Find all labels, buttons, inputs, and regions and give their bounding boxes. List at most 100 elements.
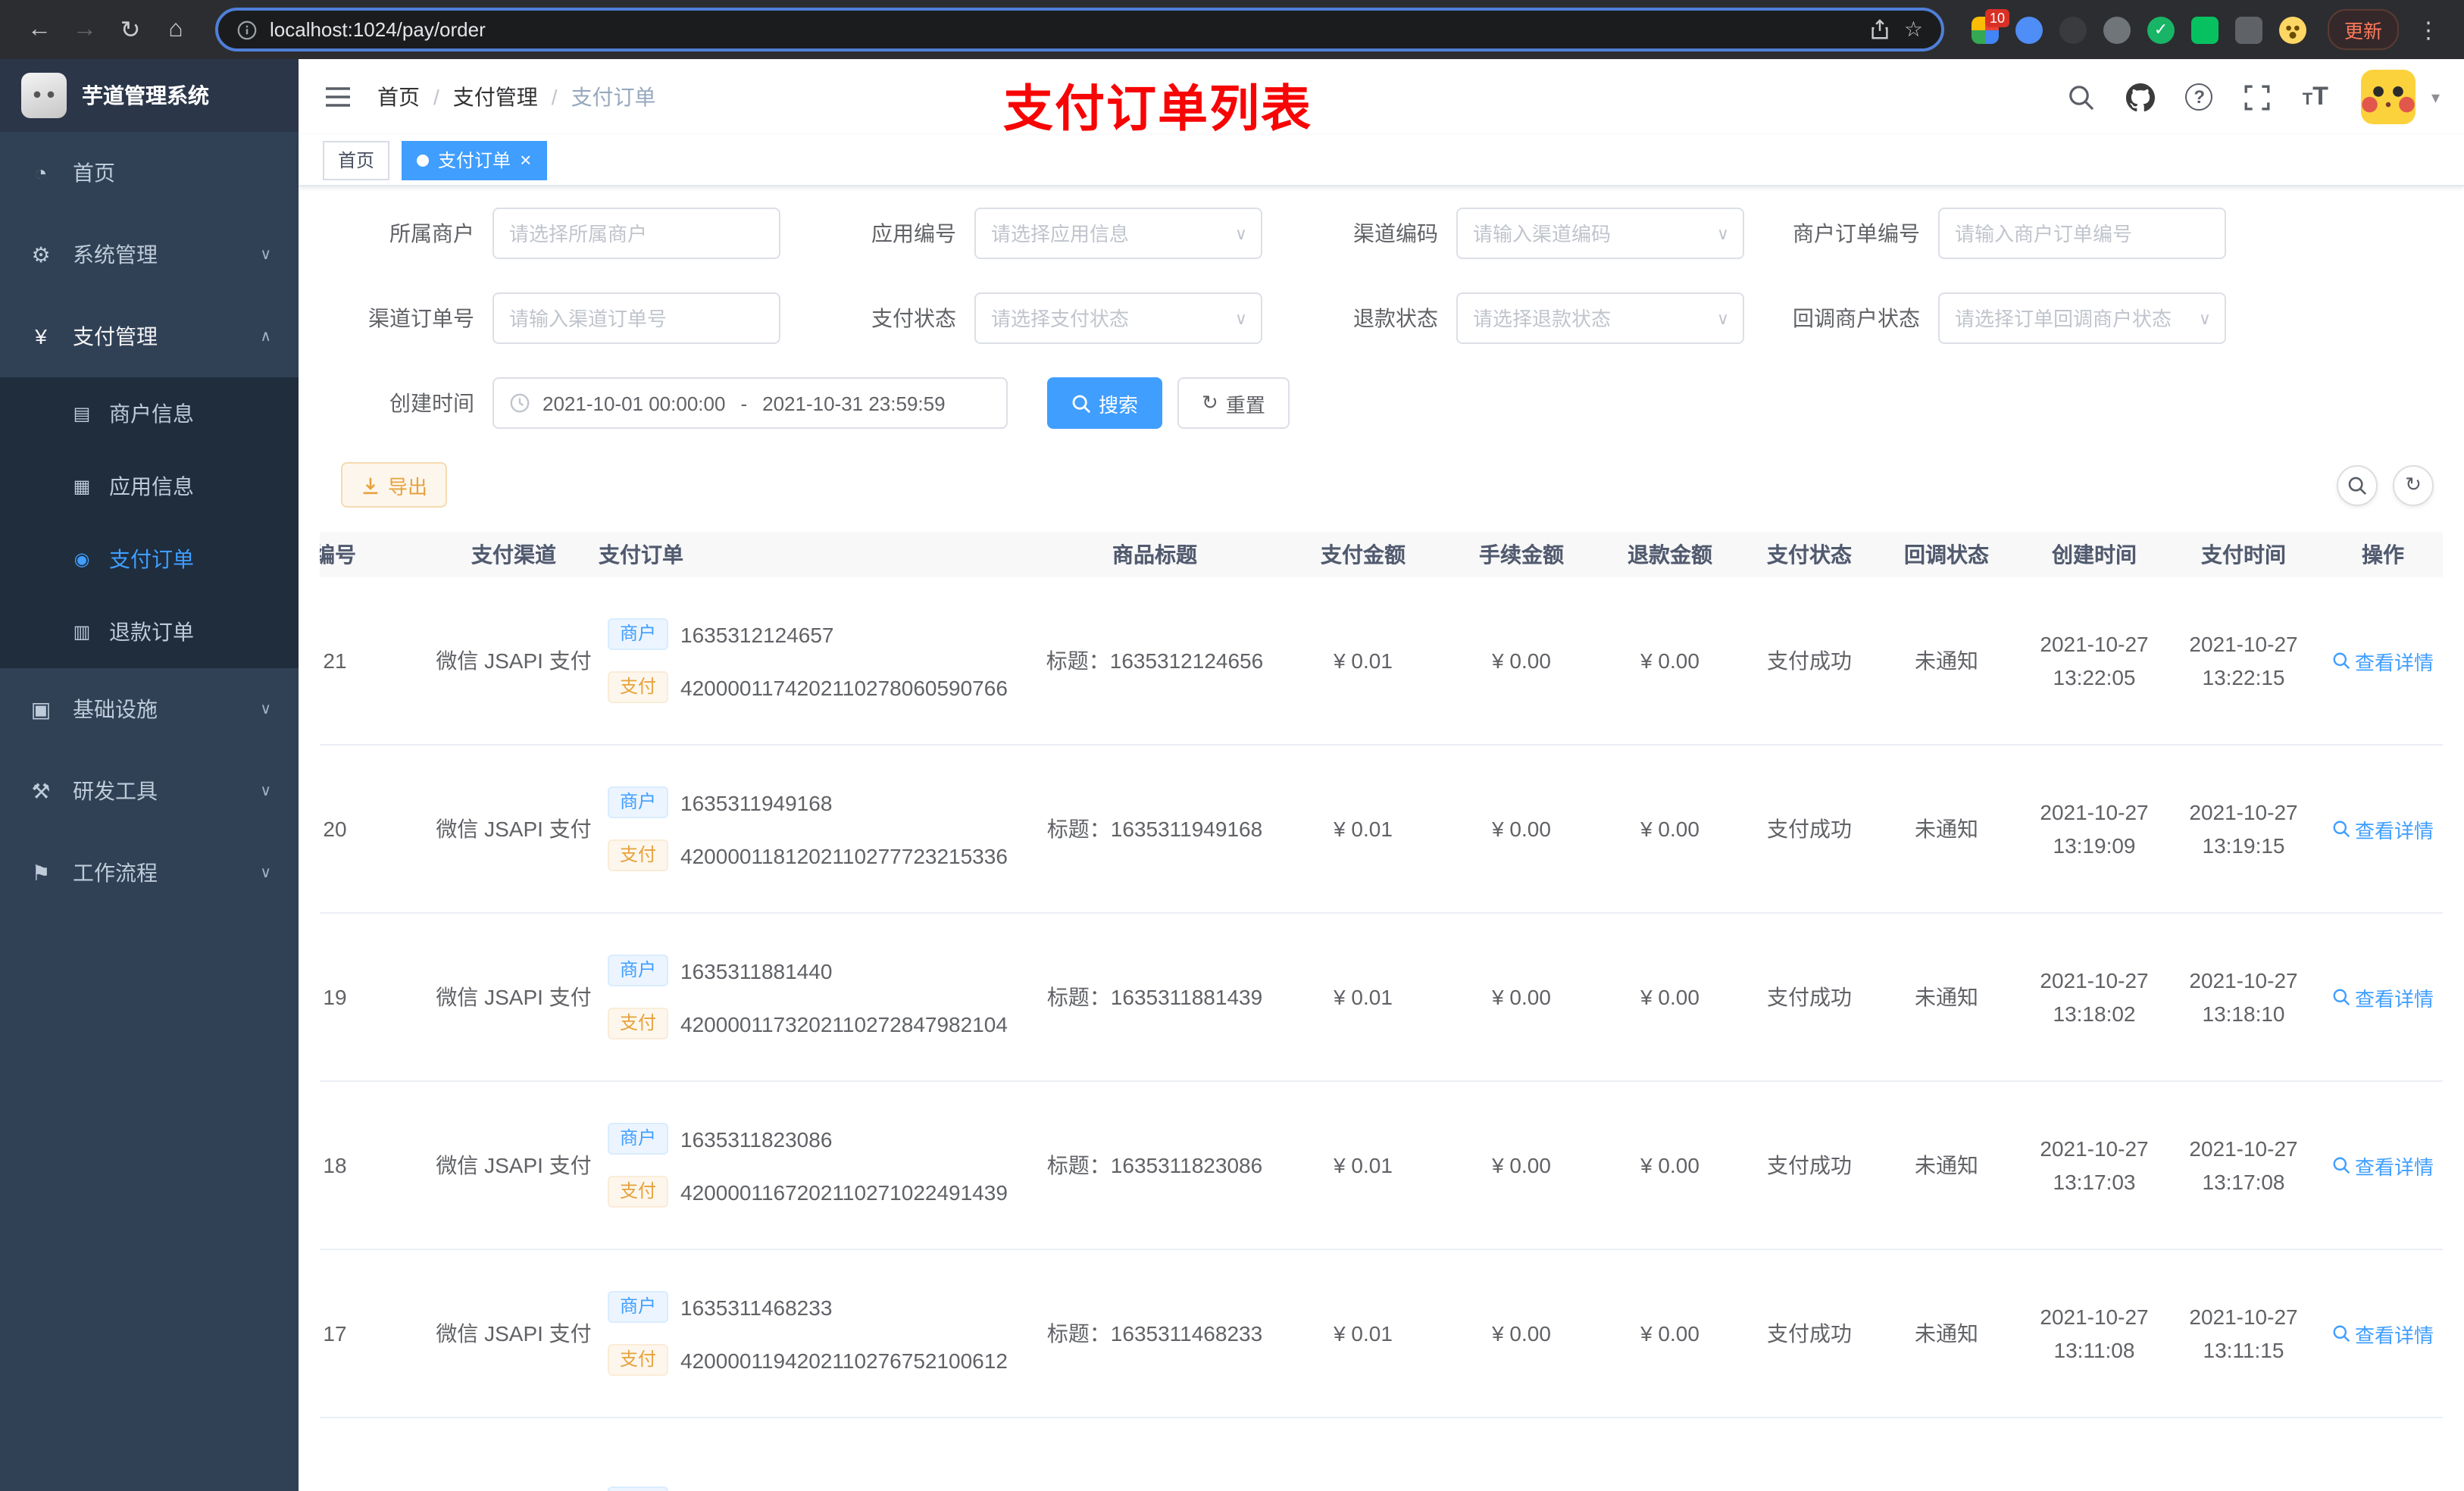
sidebar: 芋道管理系统 ◔ 首页 ⚙ 系统管理 ∨ ¥ 支付管理 ∧ ▤ 商户信息 ▦ 应… (0, 59, 299, 1491)
view-detail-link[interactable]: 查看详情 (2332, 646, 2434, 675)
sidebar-item-infra[interactable]: ▣ 基础设施 ∨ (0, 668, 299, 750)
app-logo[interactable]: 芋道管理系统 (0, 59, 299, 132)
github-icon[interactable] (2126, 83, 2156, 111)
channel-code-field[interactable] (1473, 222, 1728, 245)
browser-menu-icon[interactable]: ⋮ (2411, 16, 2446, 43)
search-toggle-button[interactable] (2337, 464, 2378, 505)
date-range-picker[interactable]: 2021-10-01 00:00:00 - 2021-10-31 23:59:5… (492, 377, 1008, 429)
pay-order-line: 支付 4200001194202110276752100612 (608, 1344, 1008, 1376)
close-icon[interactable]: × (520, 148, 531, 171)
download-icon (363, 477, 378, 494)
view-detail-link[interactable]: 查看详情 (2332, 814, 2434, 843)
merchant-order-line: 商户 1635311857366 (608, 1486, 832, 1491)
sidebar-item-payment[interactable]: ¥ 支付管理 ∧ (0, 295, 299, 377)
table-body: 21 微信 JSAPI 支付 商户 1635312124657 支付 42000… (320, 577, 2443, 1491)
refund-status-select[interactable]: ∨ (1456, 292, 1744, 344)
reset-button[interactable]: ↻ 重置 (1177, 377, 1290, 429)
sidebar-item-home[interactable]: ◔ 首页 (0, 132, 299, 214)
sidebar-item-pay-order[interactable]: ◉ 支付订单 (0, 523, 299, 595)
cell-channel: 微信 JSAPI 支付 (436, 985, 592, 1009)
channel-order-field[interactable] (509, 307, 764, 330)
merchant-tag: 商户 (608, 786, 669, 818)
search-icon (2348, 476, 2367, 495)
app-no-select[interactable]: ∨ (974, 208, 1262, 259)
sidebar-collapse-icon[interactable] (323, 82, 353, 112)
sidebar-item-refund-order[interactable]: ▥ 退款订单 (0, 595, 299, 668)
bookmark-star-icon[interactable]: ☆ (1904, 17, 1923, 42)
filter-label: 所属商户 (389, 221, 474, 245)
cell-created-time: 2021-10-27 13:19:09 (2040, 800, 2149, 858)
menu-label: 基础设施 (73, 697, 158, 721)
site-info-icon[interactable] (236, 19, 258, 40)
refund-status-field[interactable] (1473, 307, 1728, 330)
extension-icon-puzzle[interactable] (2234, 16, 2262, 43)
browser-back-button[interactable]: ← (18, 8, 61, 51)
browser-reload-button[interactable]: ↻ (109, 8, 152, 51)
extension-icon-pin[interactable] (2015, 16, 2043, 43)
breadcrumb-separator: / (551, 85, 558, 109)
export-button[interactable]: 导出 (341, 462, 448, 508)
merchant-order-input[interactable] (1938, 208, 2226, 259)
view-detail-link[interactable]: 查看详情 (2332, 1319, 2434, 1348)
page-content: 所属商户 应用编号 ∨ (299, 186, 2464, 1491)
search-button[interactable]: 搜索 (1047, 377, 1163, 429)
app-no-select-field[interactable] (991, 222, 1246, 245)
browser-forward-button[interactable]: → (64, 8, 106, 51)
merchant-tag: 商户 (608, 1123, 669, 1155)
table-row: 商户 1635311857366 (320, 1418, 2443, 1491)
avatar[interactable] (2361, 70, 2416, 124)
filter-channel-order-no: 渠道订单号 (320, 292, 780, 344)
view-detail-link[interactable]: 查看详情 (2332, 983, 2434, 1011)
address-bar[interactable]: localhost:1024/pay/order ☆ (215, 8, 1944, 52)
sidebar-item-devtools[interactable]: ⚒ 研发工具 ∨ (0, 750, 299, 832)
search-icon[interactable] (2068, 83, 2097, 111)
cell-status: 支付成功 (1767, 985, 1852, 1009)
extension-icon-dots[interactable]: 10 (1971, 8, 2009, 43)
extension-icon-smiley[interactable] (2278, 16, 2306, 43)
browser-chrome: ← → ↻ ⌂ localhost:1024/pay/order ☆ 10 ✓ (0, 0, 2464, 59)
browser-update-button[interactable]: 更新 (2327, 9, 2399, 50)
channel-code-select[interactable]: ∨ (1456, 208, 1744, 259)
fullscreen-icon[interactable] (2244, 83, 2272, 111)
extension-icon-dark[interactable] (2059, 16, 2087, 43)
sidebar-item-app-info[interactable]: ▦ 应用信息 (0, 450, 299, 523)
filter-channel-code: 渠道编码 ∨ (1284, 208, 1744, 259)
filter-label: 商户订单编号 (1793, 221, 1920, 245)
cell-notify: 未通知 (1915, 649, 1978, 673)
pay-status-select[interactable]: ∨ (974, 292, 1262, 344)
sidebar-item-merchant-info[interactable]: ▤ 商户信息 (0, 377, 299, 450)
menu-label: 系统管理 (73, 242, 158, 267)
chevron-down-icon: ∨ (260, 864, 271, 881)
channel-order-input[interactable] (492, 292, 780, 344)
notify-status-field[interactable] (1955, 307, 2209, 330)
help-icon[interactable]: ? (2185, 83, 2213, 111)
cell-paid-time: 2021-10-27 13:22:15 (2189, 632, 2298, 689)
merchant-order-field[interactable] (1955, 222, 2209, 245)
breadcrumb-home[interactable]: 首页 (377, 82, 420, 112)
browser-home-button[interactable]: ⌂ (155, 8, 197, 51)
merchant-input[interactable] (492, 208, 780, 259)
breadcrumb-pay-manage[interactable]: 支付管理 (453, 82, 538, 112)
refresh-button[interactable]: ↻ (2393, 464, 2434, 505)
table-row: 20 微信 JSAPI 支付 商户 1635311949168 支付 42000… (320, 746, 2443, 914)
chevron-up-icon: ∧ (260, 328, 271, 345)
sidebar-item-system[interactable]: ⚙ 系统管理 ∨ (0, 214, 299, 295)
tab-pay-order[interactable]: 支付订单 × (402, 140, 547, 180)
menu-label: 研发工具 (73, 779, 158, 803)
font-size-icon[interactable]: T T (2303, 82, 2328, 112)
notify-status-select[interactable]: ∨ (1938, 292, 2226, 344)
caret-down-icon[interactable]: ▾ (2431, 87, 2440, 107)
menu-label: 应用信息 (109, 474, 194, 499)
extension-icon-chat[interactable] (2190, 16, 2219, 43)
share-icon[interactable] (1869, 18, 1892, 41)
sidebar-item-workflow[interactable]: ⚑ 工作流程 ∨ (0, 832, 299, 914)
tab-home[interactable]: 首页 (323, 140, 390, 180)
merchant-input-field[interactable] (509, 222, 764, 245)
extension-icon-check[interactable]: ✓ (2147, 16, 2175, 43)
view-detail-link[interactable]: 查看详情 (2332, 1151, 2434, 1180)
pay-status-field[interactable] (991, 307, 1246, 330)
filter-label: 创建时间 (389, 391, 474, 415)
column-header: 编号 (320, 542, 356, 567)
cell-pay-order: 商户 1635311468233 支付 42000011942021102767… (599, 1291, 1029, 1376)
extension-icon-gray[interactable] (2103, 16, 2131, 43)
